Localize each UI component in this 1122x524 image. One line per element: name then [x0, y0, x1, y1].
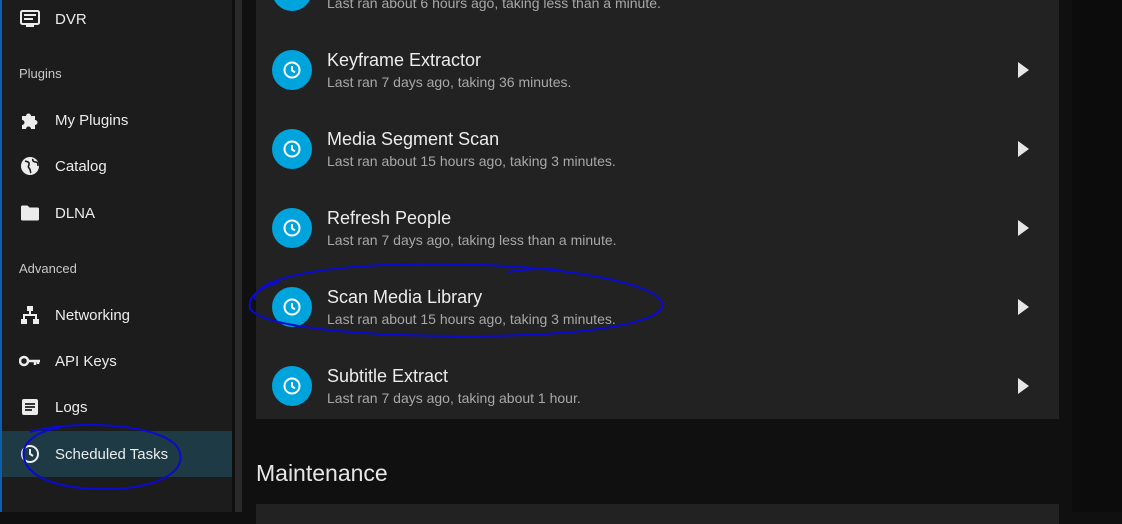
task-row[interactable]: Scan Media Library Last ran about 15 hou…: [256, 267, 1045, 346]
main-content: Last ran about 6 hours ago, taking less …: [242, 0, 1122, 524]
task-subtitle: Last ran about 6 hours ago, taking less …: [327, 0, 661, 11]
task-row[interactable]: Subtitle Extract Last ran 7 days ago, ta…: [256, 346, 1045, 425]
task-row[interactable]: Keyframe Extractor Last ran 7 days ago, …: [256, 30, 1045, 109]
play-icon[interactable]: [1018, 377, 1029, 394]
clock-icon: [272, 0, 312, 11]
sidebar-item-my-plugins[interactable]: My Plugins: [2, 97, 232, 143]
clock-icon: [19, 443, 41, 465]
play-icon[interactable]: [1018, 219, 1029, 236]
task-name: Scan Media Library: [327, 287, 483, 307]
task-subtitle: Last ran 7 days ago, taking less than a …: [327, 232, 617, 248]
task-row[interactable]: Refresh People Last ran 7 days ago, taki…: [256, 188, 1045, 267]
sidebar-item-label: API Keys: [55, 352, 117, 370]
sidebar-item-networking[interactable]: Networking: [2, 292, 232, 338]
task-subtitle: Last ran about 15 hours ago, taking 3 mi…: [327, 153, 616, 169]
right-margin: [1072, 0, 1122, 512]
sidebar-item-dlna[interactable]: DLNA: [2, 190, 232, 236]
sidebar: DVR Plugins My Plugins Catalog DLNA Adva…: [0, 0, 232, 512]
play-icon[interactable]: [1018, 140, 1029, 157]
sidebar-item-label: Logs: [55, 398, 88, 416]
task-subtitle: Last ran about 15 hours ago, taking 3 mi…: [327, 311, 616, 327]
sidebar-item-logs[interactable]: Logs: [2, 384, 232, 430]
sidebar-item-catalog[interactable]: Catalog: [2, 143, 232, 189]
clock-icon: [272, 365, 312, 406]
task-name: Refresh People: [327, 208, 452, 228]
puzzle-icon: [19, 109, 41, 131]
task-name: Keyframe Extractor: [327, 50, 482, 70]
sidebar-item-scheduled-tasks[interactable]: Scheduled Tasks: [2, 431, 232, 477]
task-row[interactable]: Media Segment Scan Last ran about 15 hou…: [256, 109, 1045, 188]
play-icon[interactable]: [1018, 61, 1029, 78]
sidebar-item-label: Networking: [55, 306, 131, 324]
clock-icon: [272, 207, 312, 248]
key-icon: [19, 350, 41, 372]
sidebar-item-label: Catalog: [55, 157, 107, 175]
clock-icon: [272, 128, 312, 169]
play-icon[interactable]: [1018, 298, 1029, 315]
clock-icon: [272, 49, 312, 90]
sidebar-item-api-keys[interactable]: API Keys: [2, 338, 232, 384]
task-row[interactable]: Last ran about 6 hours ago, taking less …: [256, 0, 1045, 30]
tasks-panel: Last ran about 6 hours ago, taking less …: [256, 0, 1059, 419]
task-subtitle: Last ran 7 days ago, taking 36 minutes.: [327, 74, 572, 90]
sidebar-item-label: My Plugins: [55, 111, 129, 129]
task-name: Subtitle Extract: [327, 366, 449, 386]
sidebar-item-dvr[interactable]: DVR: [2, 0, 232, 42]
task-subtitle: Last ran 7 days ago, taking about 1 hour…: [327, 390, 581, 406]
advanced-header: Advanced: [19, 261, 77, 276]
maintenance-panel: [256, 504, 1059, 524]
sidebar-item-label: Scheduled Tasks: [55, 445, 169, 463]
sidebar-item-label: DVR: [55, 10, 87, 28]
tv-icon: [19, 8, 41, 30]
maintenance-title: Maintenance: [256, 460, 388, 486]
folder-icon: [19, 202, 41, 224]
clock-icon: [272, 286, 312, 327]
task-name: Media Segment Scan: [327, 129, 500, 149]
network-icon: [19, 304, 41, 326]
plugins-header: Plugins: [19, 66, 62, 81]
globe-icon: [19, 155, 41, 177]
sidebar-scrollbar[interactable]: [232, 0, 242, 512]
document-icon: [19, 396, 41, 418]
sidebar-item-label: DLNA: [55, 204, 96, 222]
